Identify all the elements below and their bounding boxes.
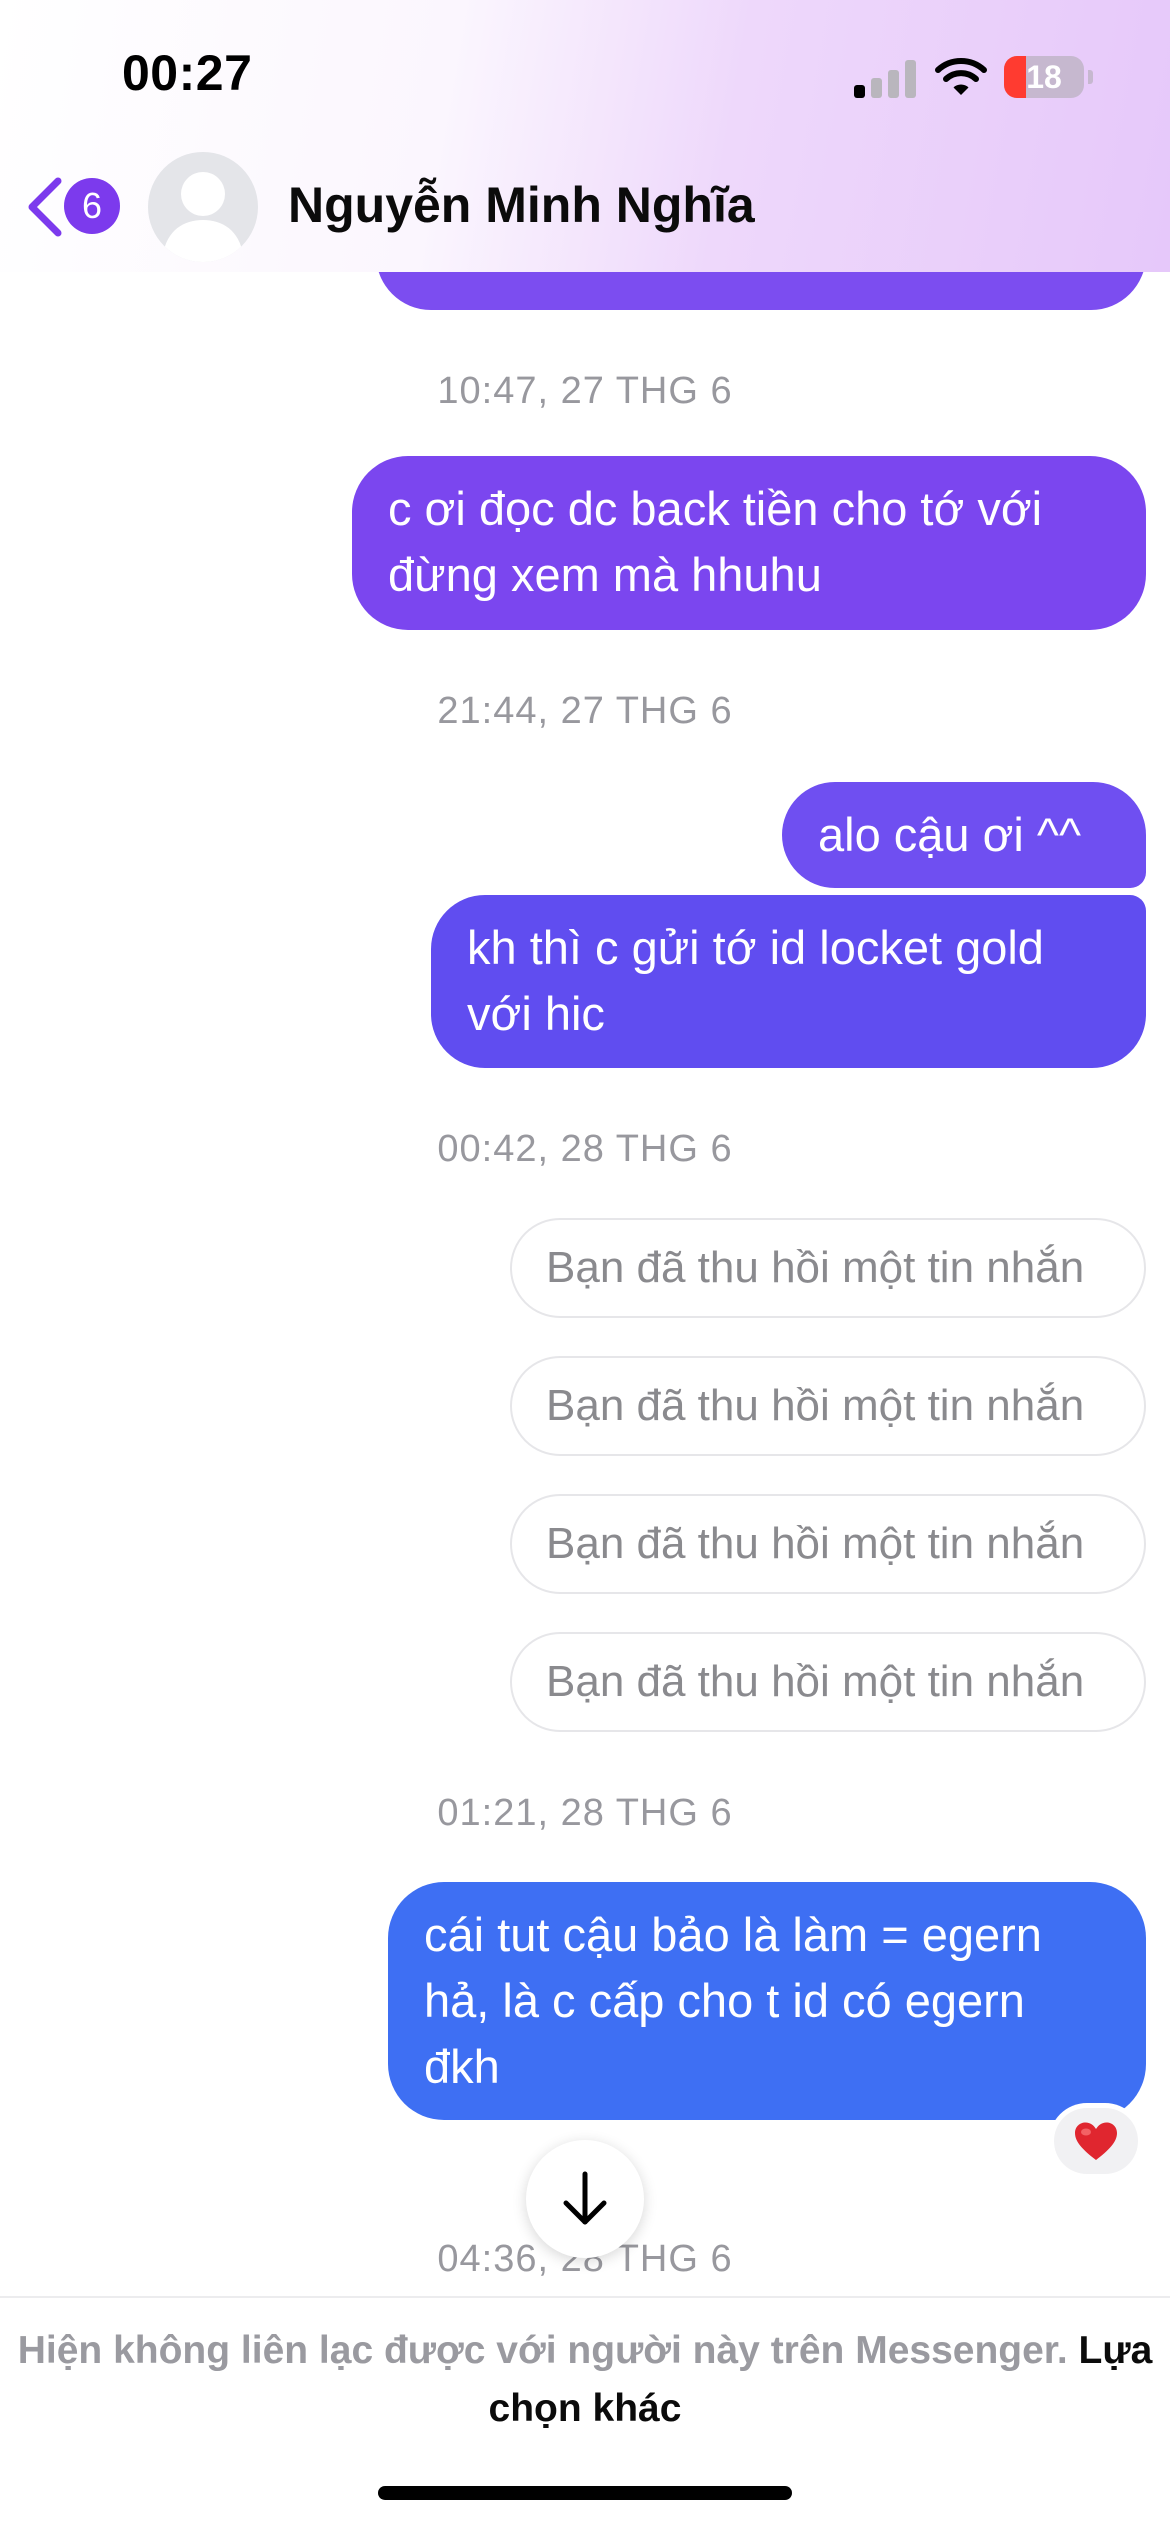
recalled-message[interactable]: Bạn đã thu hồi một tin nhắn [510,1632,1146,1732]
message-bubble-sent[interactable]: cái tut cậu bảo là làm = egern hả, là c … [388,1882,1146,2120]
avatar-placeholder-icon [162,172,244,262]
home-indicator [378,2486,792,2500]
message-bubble-sent[interactable]: c ơi đọc dc back tiền cho tớ với đừng xe… [352,456,1146,630]
chat-thread[interactable]: 10:47, 27 THG 6 c ơi đọc dc back tiền ch… [0,0,1170,2296]
battery-level: 18 [1026,59,1062,95]
message-bubble-sent[interactable]: kh thì c gửi tớ id locket gold với hic [431,895,1146,1068]
wifi-icon [934,56,988,103]
heart-reaction-icon[interactable] [1054,2108,1138,2174]
status-time: 00:27 [122,45,253,101]
arrow-down-icon [563,2171,607,2225]
back-chevron-icon [28,177,62,237]
timestamp: 21:44, 27 THG 6 [437,690,733,732]
recalled-message[interactable]: Bạn đã thu hồi một tin nhắn [510,1218,1146,1318]
timestamp: 01:21, 28 THG 6 [437,1792,733,1834]
back-button[interactable]: 6 [24,172,128,242]
contact-name[interactable]: Nguyễn Minh Nghĩa [288,176,755,234]
notice-text: Hiện không liên lạc được với người này t… [17,2329,1068,2372]
avatar[interactable] [148,152,258,262]
recalled-message[interactable]: Bạn đã thu hồi một tin nhắn [510,1356,1146,1456]
timestamp: 00:42, 28 THG 6 [437,1128,733,1170]
message-bubble-sent[interactable]: alo cậu ơi ^^ [782,782,1146,888]
recalled-message[interactable]: Bạn đã thu hồi một tin nhắn [510,1494,1146,1594]
unread-badge: 6 [64,178,120,234]
signal-icon [854,60,916,98]
unavailable-notice: Hiện không liên lạc được với người này t… [0,2322,1170,2438]
conversation-header: 00:27 18 6 Nguyễn Minh Nghĩa [0,0,1170,272]
timestamp: 10:47, 27 THG 6 [437,370,733,412]
battery-cap [1088,70,1093,84]
battery-icon: 18 [1004,56,1084,98]
scroll-to-bottom-button[interactable] [526,2140,644,2258]
